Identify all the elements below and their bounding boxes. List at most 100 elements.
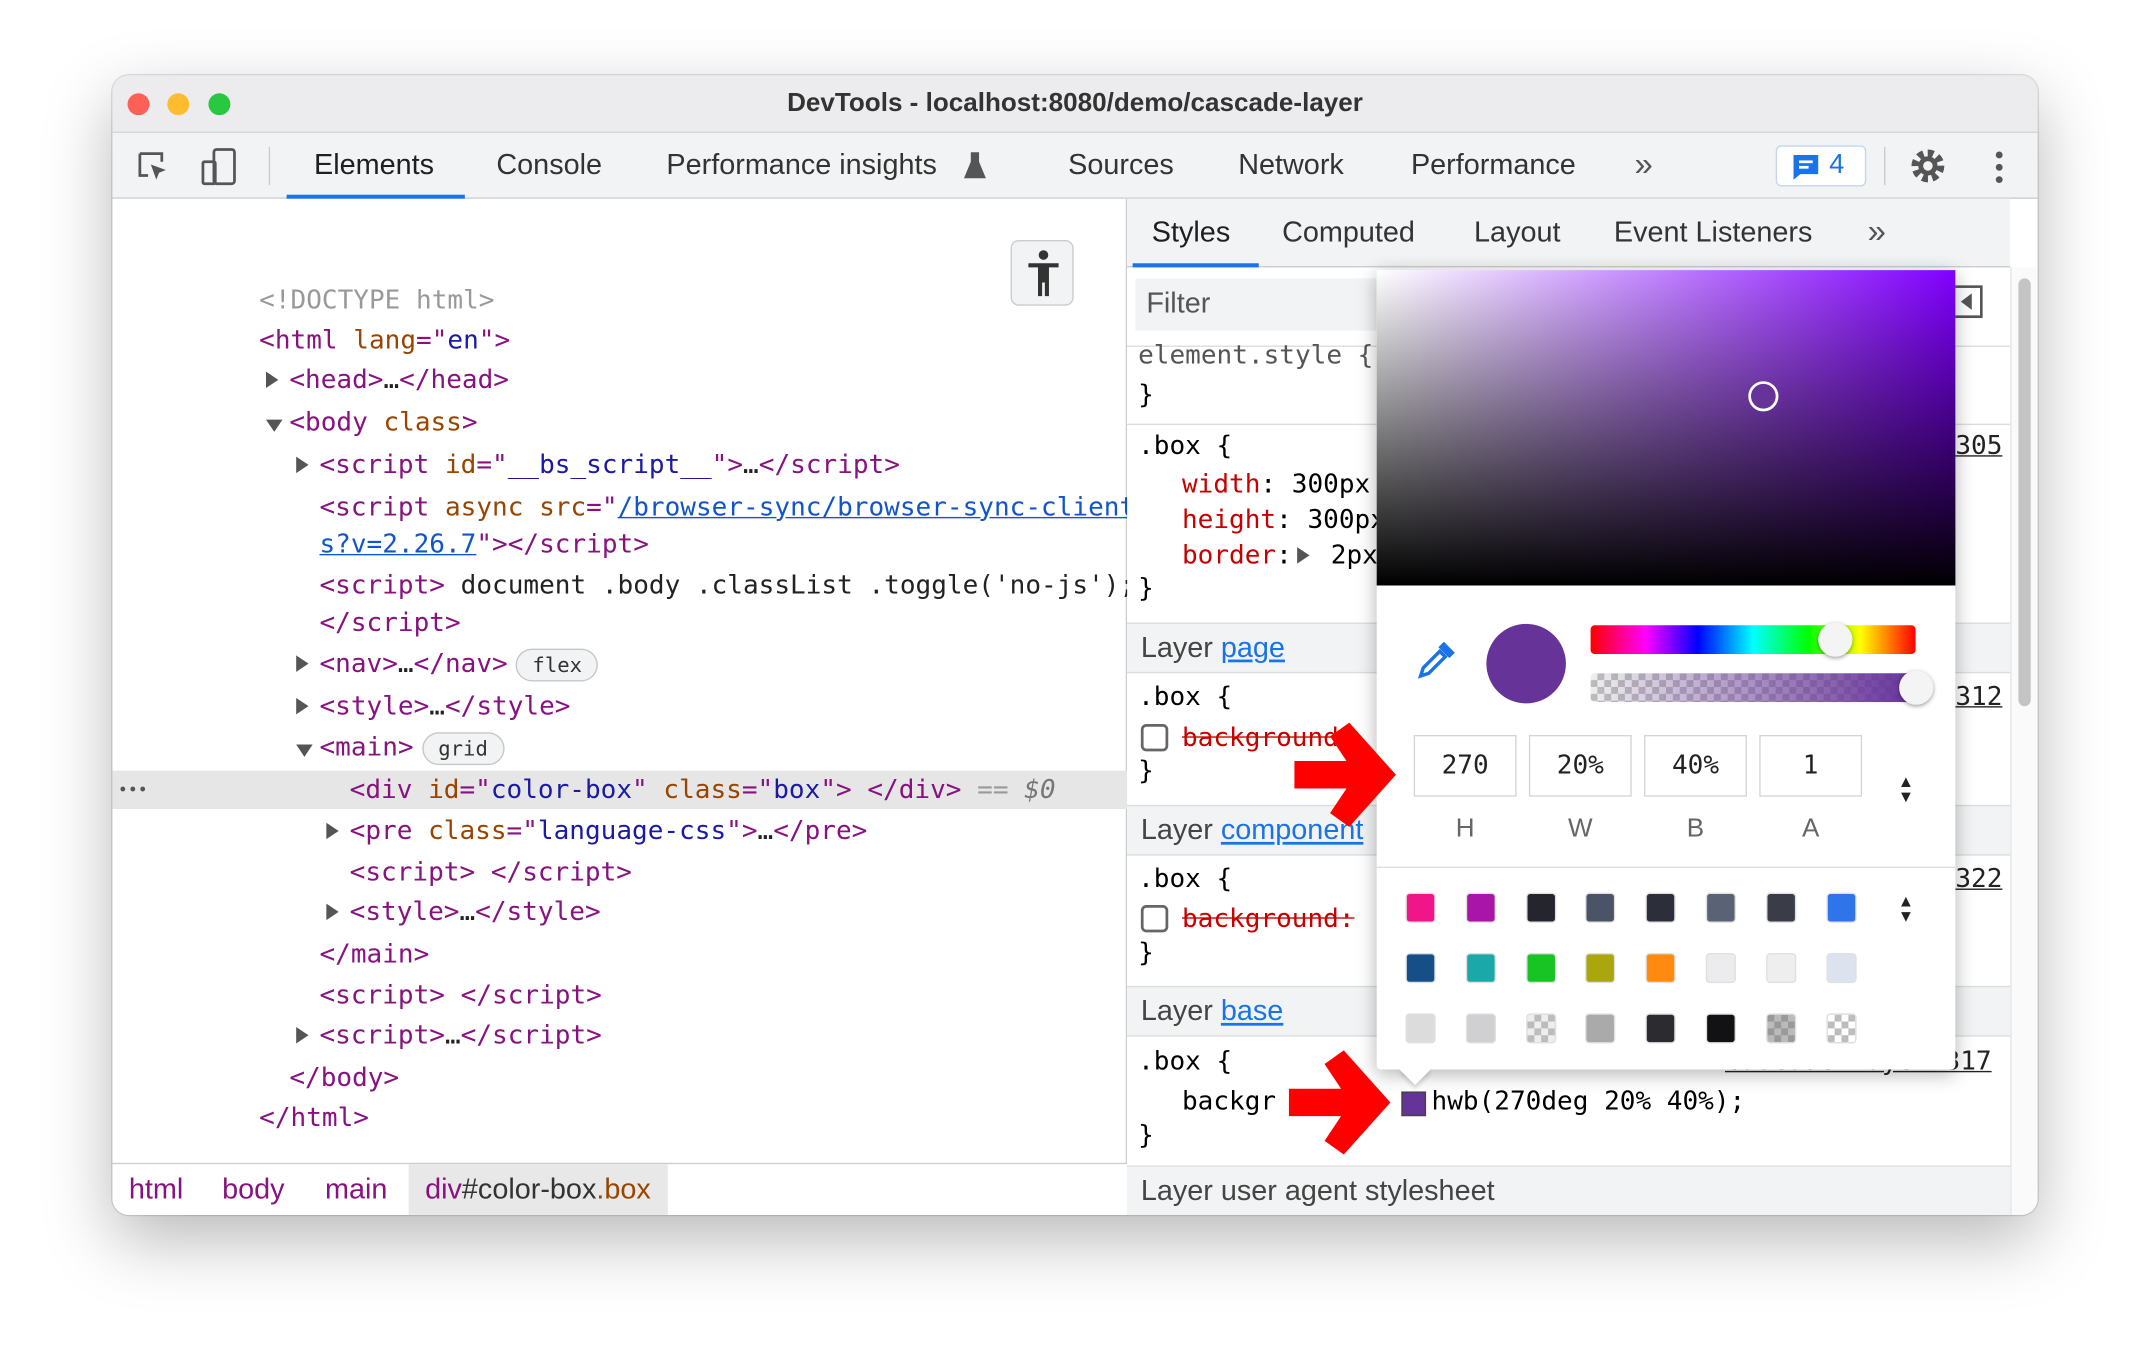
expand-triangle-icon[interactable] — [326, 903, 339, 921]
tab-event-listeners[interactable]: Event Listeners — [1614, 199, 1812, 268]
dom-node-line[interactable]: <pre class="language-css">…</pre> — [326, 813, 867, 849]
grid-badge[interactable]: grid — [421, 732, 505, 766]
dom-node-line[interactable]: <script> </script> — [319, 978, 601, 1014]
color-palette-swatch[interactable] — [1527, 894, 1555, 922]
color-palette-swatch[interactable] — [1767, 1014, 1795, 1043]
color-palette-swatch[interactable] — [1406, 954, 1435, 982]
toggle-sidebar-icon[interactable] — [1952, 285, 1983, 319]
device-toolbar-icon[interactable] — [199, 147, 240, 188]
tab-console[interactable]: Console — [496, 133, 602, 199]
color-palette-swatch[interactable] — [1467, 1014, 1495, 1043]
dom-node-line[interactable]: </html> — [259, 1100, 369, 1136]
flex-badge[interactable]: flex — [515, 648, 599, 682]
accessibility-tree-button[interactable] — [1010, 239, 1074, 306]
color-palette-swatch[interactable] — [1406, 1014, 1435, 1043]
zoom-window-button[interactable] — [208, 93, 231, 116]
kebab-menu-icon[interactable] — [1990, 149, 2009, 185]
color-palette-swatch[interactable] — [1646, 1014, 1675, 1043]
styles-scrollbar[interactable] — [2010, 267, 2038, 1215]
expand-triangle-icon[interactable] — [296, 1027, 309, 1044]
height-declaration[interactable]: height: 300px — [1182, 505, 1386, 535]
tab-computed[interactable]: Computed — [1282, 199, 1415, 268]
alpha-input[interactable]: 1 — [1759, 734, 1863, 797]
collapse-triangle-icon[interactable] — [266, 419, 283, 432]
color-cursor-handle[interactable] — [1748, 381, 1779, 412]
color-palette-swatch[interactable] — [1586, 1014, 1614, 1043]
dom-node-line[interactable]: <script id="__bs_script__">…</script> — [296, 447, 900, 483]
breadcrumb-body[interactable]: body — [222, 1164, 284, 1215]
color-palette-swatch[interactable] — [1646, 894, 1675, 922]
expand-triangle-icon[interactable] — [326, 822, 339, 840]
scrollbar-thumb[interactable] — [2018, 278, 2031, 707]
color-palette-swatch[interactable] — [1527, 954, 1555, 982]
minimize-window-button[interactable] — [167, 93, 190, 116]
dom-node-line[interactable]: <script async src="/browser-sync/browser… — [319, 490, 1166, 526]
tab-performance[interactable]: Performance — [1411, 133, 1576, 199]
toggle-declaration-checkbox[interactable] — [1140, 723, 1169, 752]
hue-slider-thumb[interactable] — [1817, 622, 1853, 657]
close-window-button[interactable] — [127, 93, 150, 116]
color-palette-swatch[interactable] — [1467, 954, 1495, 982]
component-background-declaration[interactable]: background: — [1140, 904, 1355, 934]
color-palette-swatch[interactable] — [1527, 1014, 1555, 1043]
box-rule-source-link[interactable]: 305 — [1955, 431, 2002, 461]
dom-node-line[interactable]: </main> — [319, 937, 429, 973]
dom-node-line[interactable]: <div id="color-box" class="box"> </div> … — [350, 772, 1056, 808]
base-background-property[interactable]: backgr — [1182, 1086, 1276, 1116]
color-palette-swatch[interactable] — [1406, 894, 1435, 922]
color-palette-swatch[interactable] — [1827, 894, 1856, 922]
dom-node-line[interactable]: <script> </script> — [350, 854, 632, 890]
dom-node-line[interactable]: <style>…</style> — [326, 894, 601, 930]
palette-switch-icon[interactable]: ▲ ▼ — [1896, 893, 1915, 925]
collapse-triangle-icon[interactable] — [296, 744, 313, 757]
dom-node-line[interactable]: <style>…</style> — [296, 688, 570, 724]
border-declaration[interactable]: border: 2px — [1182, 540, 1378, 570]
tab-styles[interactable]: Styles — [1152, 199, 1230, 268]
blackness-input[interactable]: 40% — [1644, 734, 1747, 797]
breadcrumb-html[interactable]: html — [129, 1164, 183, 1215]
color-palette-swatch[interactable] — [1586, 894, 1614, 922]
color-format-toggle-icon[interactable]: ▲ ▼ — [1896, 773, 1915, 805]
dom-node-line[interactable]: <head>…</head> — [266, 362, 509, 398]
color-palette-swatch[interactable] — [1586, 954, 1614, 982]
tab-sources[interactable]: Sources — [1068, 133, 1174, 199]
expand-triangle-icon[interactable] — [296, 456, 309, 474]
inspect-element-icon[interactable] — [136, 149, 172, 185]
more-tabs-chevron-double-right-icon[interactable]: » — [1634, 133, 1652, 199]
page-rule-source-link[interactable]: 312 — [1955, 681, 2002, 711]
breadcrumb-selected-div[interactable]: div#color-box.box — [408, 1164, 668, 1215]
dom-node-line[interactable]: <script> document .body .classList .togg… — [319, 568, 1135, 604]
whiteness-input[interactable]: 20% — [1528, 734, 1632, 797]
gear-icon[interactable] — [1909, 147, 1947, 185]
dom-node-line[interactable]: <html lang="en"> — [259, 322, 510, 358]
dom-node-line[interactable]: <body class> — [266, 405, 478, 441]
toggle-declaration-checkbox[interactable] — [1140, 904, 1169, 933]
dom-node-line[interactable]: <script>…</script> — [296, 1017, 602, 1053]
node-actions-ellipsis[interactable]: ••• — [118, 772, 148, 808]
issues-button[interactable]: 4 — [1775, 145, 1867, 187]
color-palette-swatch[interactable] — [1707, 894, 1735, 922]
alpha-slider-thumb[interactable] — [1899, 670, 1934, 705]
dom-node-line[interactable]: s?v=2.26.7"></script> — [319, 527, 648, 563]
expand-triangle-icon[interactable] — [296, 655, 309, 672]
tab-performance-insights[interactable]: Performance insights — [666, 133, 936, 199]
hue-input[interactable]: 270 — [1413, 734, 1517, 797]
component-rule-source-link[interactable]: 322 — [1955, 864, 2002, 894]
expand-triangle-icon[interactable] — [296, 697, 309, 715]
expand-triangle-icon[interactable] — [1297, 547, 1310, 564]
eyedropper-icon[interactable] — [1415, 640, 1456, 681]
color-palette-swatch[interactable] — [1767, 894, 1795, 922]
dom-node-line[interactable]: </body> — [289, 1060, 399, 1096]
tab-network[interactable]: Network — [1238, 133, 1344, 199]
color-palette-swatch[interactable] — [1767, 954, 1795, 982]
color-palette-swatch[interactable] — [1707, 1014, 1735, 1043]
color-palette-swatch[interactable] — [1827, 1014, 1856, 1043]
hue-slider[interactable] — [1590, 622, 1916, 657]
dom-node-line[interactable]: <main> grid — [296, 729, 505, 766]
color-palette-swatch[interactable] — [1827, 954, 1856, 982]
saturation-value-area[interactable] — [1376, 270, 1956, 586]
expand-triangle-icon[interactable] — [266, 371, 279, 389]
tab-elements[interactable]: Elements — [286, 133, 464, 199]
color-palette-swatch[interactable] — [1707, 954, 1735, 982]
layer-page-link[interactable]: page — [1221, 632, 1285, 664]
